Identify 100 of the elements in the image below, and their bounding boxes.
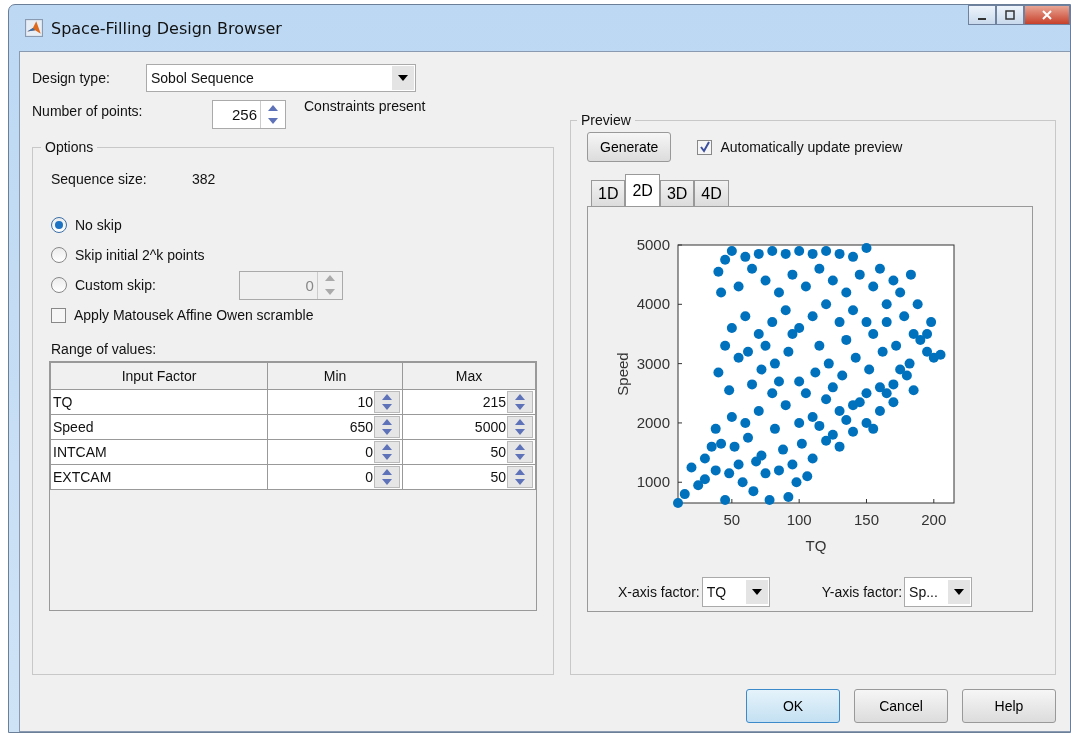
minimize-button[interactable]: [968, 5, 996, 25]
data-point: [848, 400, 858, 411]
data-point: [848, 426, 858, 437]
number-of-points-label: Number of points:: [32, 102, 144, 119]
column-header: Max: [402, 362, 536, 390]
dialog-button[interactable]: OK: [746, 689, 840, 723]
data-point: [720, 254, 731, 265]
data-point: [807, 311, 818, 322]
data-point: [724, 385, 735, 396]
radio-button[interactable]: [51, 277, 67, 293]
data-point: [699, 474, 710, 485]
y-axis-label: Speed: [614, 352, 631, 396]
up-arrow-icon: [515, 469, 525, 475]
x-tick-label: 150: [853, 511, 879, 528]
data-point: [864, 364, 875, 375]
data-point: [780, 248, 791, 259]
number-of-points-spinner[interactable]: 256: [212, 100, 286, 129]
options-title: Options: [44, 139, 95, 155]
data-point: [686, 462, 697, 473]
y-axis-factor-dropdown[interactable]: Sp...: [904, 577, 973, 607]
data-point: [716, 438, 727, 449]
data-point: [877, 346, 888, 357]
data-point: [743, 346, 753, 357]
data-point: [800, 388, 811, 399]
auto-update-label: Automatically update preview: [720, 139, 903, 155]
data-point: [787, 328, 798, 339]
data-point: [841, 334, 852, 345]
tab[interactable]: 2D: [625, 174, 660, 206]
up-arrow-icon: [382, 394, 392, 400]
data-point: [810, 367, 821, 378]
up-arrow-icon: [324, 275, 335, 282]
data-point: [710, 423, 721, 434]
up-arrow-icon: [515, 444, 525, 450]
data-point: [740, 417, 751, 428]
data-point: [908, 385, 919, 396]
data-point: [874, 263, 885, 274]
close-button[interactable]: [1024, 5, 1070, 25]
data-point: [794, 245, 805, 256]
y-tick-label: 3000: [636, 354, 670, 372]
x-axis-factor-dropdown[interactable]: TQ: [701, 577, 770, 607]
data-point: [760, 468, 771, 479]
maximize-button[interactable]: [996, 5, 1024, 25]
table-cell: EXTCAM: [50, 464, 268, 490]
window-title: Space-Filling Design Browser: [51, 18, 282, 38]
data-point: [922, 346, 933, 357]
data-point: [737, 477, 748, 488]
data-point: [756, 450, 767, 461]
design-type-dropdown[interactable]: Sobol Sequence: [146, 64, 416, 92]
x-tick-label: 200: [921, 511, 947, 528]
table-cell: TQ: [50, 389, 268, 415]
data-point: [774, 287, 784, 298]
data-point: [769, 358, 780, 369]
design-type-label: Design type:: [32, 70, 111, 86]
data-point: [751, 456, 762, 467]
data-point: [743, 432, 753, 443]
checkbox[interactable]: [51, 307, 66, 323]
data-point: [834, 441, 845, 452]
generate-button[interactable]: Generate: [587, 132, 672, 162]
radio-button[interactable]: [51, 217, 67, 233]
column-header: Input Factor: [50, 362, 268, 390]
data-point: [926, 317, 937, 328]
data-point: [834, 248, 845, 259]
radio-button[interactable]: [51, 247, 67, 263]
data-point: [834, 317, 845, 328]
data-point: [783, 492, 794, 503]
data-point: [747, 263, 758, 274]
tab[interactable]: 3D: [659, 180, 695, 206]
data-point: [899, 311, 910, 322]
data-point: [720, 495, 731, 506]
data-point: [807, 453, 818, 464]
data-point: [796, 438, 807, 449]
down-arrow-icon: [382, 479, 392, 485]
data-point: [861, 242, 872, 253]
down-arrow-icon: [515, 479, 525, 485]
data-point: [821, 299, 832, 310]
data-point: [895, 287, 906, 298]
checkbox[interactable]: [697, 139, 713, 155]
dialog-button[interactable]: Cancel: [854, 689, 948, 723]
tab[interactable]: 1D: [591, 180, 626, 206]
data-point: [881, 388, 892, 399]
down-arrow-icon: [382, 404, 392, 410]
sequence-size-label: Sequence size:: [51, 171, 148, 187]
data-point: [841, 414, 852, 425]
up-arrow-icon: [382, 419, 392, 425]
dialog-button[interactable]: Help: [962, 689, 1056, 723]
data-point: [821, 435, 832, 446]
data-point: [769, 423, 780, 434]
data-point: [733, 352, 744, 363]
data-point: [764, 495, 775, 506]
data-point: [881, 299, 892, 310]
up-arrow-icon: [515, 419, 525, 425]
data-point: [774, 465, 784, 476]
tab[interactable]: 4D: [694, 180, 729, 206]
y-tick-label: 4000: [636, 295, 670, 313]
data-point: [748, 486, 759, 497]
down-arrow-icon: [515, 454, 525, 460]
data-point: [915, 334, 926, 345]
data-point: [740, 311, 751, 322]
caret-icon: [751, 589, 762, 595]
data-point: [814, 263, 825, 274]
